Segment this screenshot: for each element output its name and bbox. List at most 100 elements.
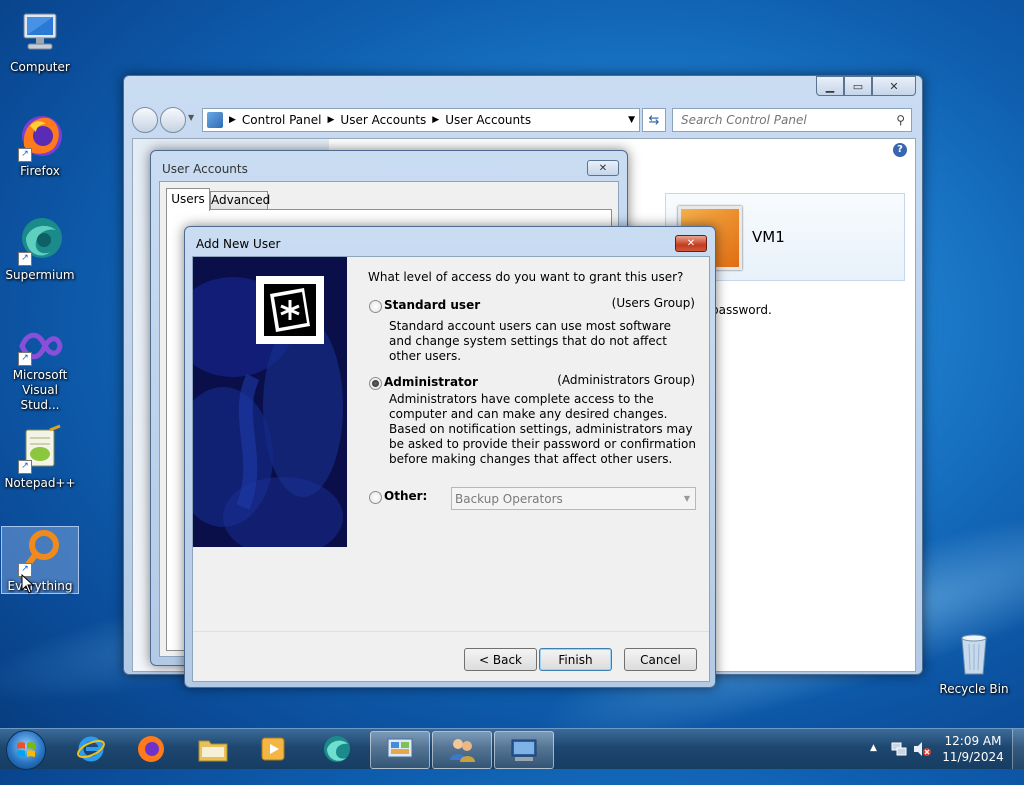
- refresh-icon: ⇆: [648, 112, 660, 128]
- close-button[interactable]: ✕: [587, 160, 619, 176]
- start-button[interactable]: [6, 730, 46, 770]
- forward-nav-button[interactable]: [160, 107, 186, 133]
- desktop-icon-label: Recycle Bin: [939, 682, 1009, 696]
- show-hidden-icons-button[interactable]: ▲: [870, 743, 877, 753]
- dialog-title: User Accounts: [162, 162, 248, 176]
- desktop-icon-label: Firefox: [20, 164, 60, 178]
- desktop-icon-label: Supermium: [5, 268, 75, 282]
- standard-user-group: (Users Group): [611, 296, 695, 310]
- visual-studio-icon: ↗: [16, 328, 64, 366]
- taskbar-file-explorer[interactable]: [184, 731, 242, 767]
- account-name: VM1: [752, 228, 785, 246]
- desktop-icon-visual-studio[interactable]: ↗ Microsoft Visual Stud...: [2, 328, 78, 413]
- windows-logo-icon: [17, 742, 35, 757]
- supermium-icon: [324, 736, 350, 762]
- standard-user-label[interactable]: Standard user: [384, 298, 480, 312]
- recycle-bin-icon: [950, 630, 998, 678]
- help-icon[interactable]: ?: [893, 143, 907, 157]
- clock[interactable]: 12:09 AM 11/9/2024: [940, 733, 1006, 765]
- taskbar-firefox[interactable]: [122, 731, 180, 767]
- dialog-title: Add New User: [196, 237, 281, 251]
- access-level-question: What level of access do you want to gran…: [368, 270, 684, 284]
- tab-advanced[interactable]: Advanced: [210, 191, 271, 211]
- standard-user-description: Standard account users can use most soft…: [389, 319, 672, 363]
- desktop-icon-recycle-bin[interactable]: Recycle Bin: [936, 630, 1012, 697]
- key-icon: [256, 276, 324, 344]
- desktop-icon-computer[interactable]: Computer: [2, 8, 78, 75]
- clock-time: 12:09 AM: [944, 734, 1002, 748]
- administrator-radio[interactable]: [369, 377, 382, 390]
- desktop-icon-firefox[interactable]: ↗ Firefox: [2, 112, 78, 179]
- users-icon: [450, 739, 475, 762]
- breadcrumb-item[interactable]: User Accounts: [340, 113, 426, 127]
- tab-users[interactable]: Users: [166, 188, 210, 211]
- everything-icon: ↗: [16, 527, 64, 577]
- address-bar[interactable]: ▶ Control Panel ▶ User Accounts ▶ User A…: [202, 108, 640, 132]
- other-label[interactable]: Other:: [384, 489, 427, 503]
- maximize-icon: ▭: [852, 79, 864, 93]
- taskbar-supermium[interactable]: [308, 731, 366, 767]
- close-icon: ✕: [598, 162, 608, 174]
- taskbar-control-panel[interactable]: [370, 731, 430, 769]
- button-separator: [193, 631, 709, 632]
- standard-user-radio[interactable]: [369, 300, 382, 313]
- taskbar-ie[interactable]: [62, 731, 120, 767]
- cancel-button-label: Cancel: [640, 652, 681, 667]
- breadcrumb-item[interactable]: User Accounts: [445, 113, 531, 127]
- taskbar: ▲ 12:09 AM 11/9/2024: [0, 728, 1024, 770]
- volume-muted-icon[interactable]: [912, 740, 932, 758]
- supermium-icon: ↗: [16, 216, 64, 266]
- other-group-dropdown[interactable]: Backup Operators ▼: [451, 487, 696, 510]
- finish-button[interactable]: Finish: [539, 648, 612, 671]
- clock-date: 11/9/2024: [942, 750, 1004, 764]
- breadcrumb-separator-icon: ▶: [327, 115, 335, 125]
- add-new-user-dialog: Add New User ✕ What level of access do y…: [184, 226, 716, 688]
- taskbar-media-player[interactable]: [244, 731, 302, 767]
- search-input[interactable]: [679, 112, 883, 128]
- tab-label: Advanced: [211, 193, 271, 207]
- recent-pages-dropdown-icon[interactable]: ▼: [188, 113, 194, 122]
- dropdown-value: Backup Operators: [455, 491, 563, 506]
- close-icon: ✕: [686, 238, 696, 249]
- computer-icon: [16, 8, 64, 56]
- desktop-icon-label: Notepad++: [4, 476, 76, 490]
- desktop-icon-supermium[interactable]: ↗ Supermium: [2, 216, 78, 283]
- taskbar-remote-desktop[interactable]: [494, 731, 554, 769]
- internet-explorer-icon: [77, 736, 105, 762]
- firefox-icon: [138, 736, 164, 762]
- desktop-icon-notepadpp[interactable]: ↗ Notepad++: [2, 424, 78, 491]
- shortcut-arrow-icon: ↗: [18, 252, 32, 266]
- media-player-icon: [261, 737, 285, 761]
- window-caption-buttons: ▁ ▭ ✕: [816, 76, 916, 96]
- control-panel-icon: [207, 112, 223, 128]
- desktop-icon-label: Computer: [10, 60, 70, 74]
- minimize-icon: ▁: [825, 79, 835, 93]
- close-button[interactable]: ✕: [675, 235, 707, 252]
- finish-button-label: Finish: [558, 652, 593, 667]
- breadcrumb-item[interactable]: Control Panel: [242, 113, 322, 127]
- back-nav-button[interactable]: [132, 107, 158, 133]
- network-icon[interactable]: [890, 740, 908, 758]
- control-panel-icon: [387, 738, 413, 758]
- address-dropdown-icon[interactable]: ▼: [628, 115, 635, 125]
- close-button[interactable]: ✕: [872, 76, 916, 96]
- administrator-label[interactable]: Administrator: [384, 375, 478, 389]
- chevron-down-icon: ▼: [683, 494, 690, 503]
- mouse-cursor-icon: [21, 574, 35, 594]
- tab-label: Users: [171, 192, 205, 206]
- other-radio[interactable]: [369, 491, 382, 504]
- desktop-icon-everything[interactable]: ↗ Everything: [1, 526, 79, 594]
- back-button[interactable]: < Back: [464, 648, 537, 671]
- breadcrumb-separator-icon: ▶: [432, 115, 440, 125]
- administrator-description: Administrators have complete access to t…: [389, 392, 697, 466]
- folder-icon: [198, 740, 228, 762]
- minimize-button[interactable]: ▁: [816, 76, 844, 96]
- taskbar-user-accounts[interactable]: [432, 731, 492, 769]
- show-desktop-button[interactable]: [1012, 729, 1024, 769]
- cancel-button[interactable]: Cancel: [624, 648, 697, 671]
- search-box[interactable]: ⚲: [672, 108, 912, 132]
- search-icon[interactable]: ⚲: [896, 113, 905, 127]
- refresh-button[interactable]: ⇆: [642, 108, 666, 132]
- maximize-button[interactable]: ▭: [844, 76, 872, 96]
- close-icon: ✕: [889, 79, 899, 93]
